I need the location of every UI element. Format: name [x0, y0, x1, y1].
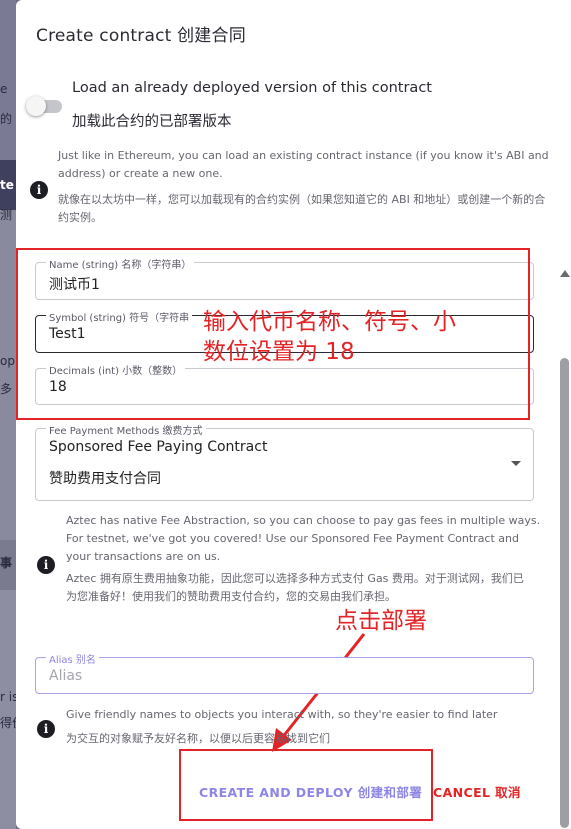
alias-help-text: Give friendly names to objects you inter…	[66, 706, 497, 748]
toggle-knob	[26, 96, 46, 116]
annotation-fields-note: 输入代币名称、符号、小 数位设置为 18	[203, 307, 456, 367]
load-help-zh-line: 约实例。	[58, 211, 102, 224]
fee-help-en-line: your transactions are on us.	[66, 550, 221, 563]
load-help-zh-line: 就像在以太坊中一样，您可以加载现有的合约实例（如果您知道它的 ABI 和地址）或…	[58, 193, 546, 206]
background-page-mid	[0, 210, 16, 540]
fee-payment-value-zh: 赞助费用支付合同	[49, 471, 161, 487]
info-icon: i	[37, 556, 55, 574]
background-text: 测	[0, 208, 13, 222]
background-page-bottom	[0, 590, 16, 829]
cancel-button[interactable]: CANCEL 取消	[433, 782, 521, 801]
toggle-label-en: Load an already deployed version of this…	[72, 80, 432, 96]
info-icon: i	[37, 720, 55, 738]
background-text: e	[0, 82, 8, 96]
annotation-line: 数位设置为 18	[203, 339, 355, 365]
chevron-down-icon	[511, 461, 521, 466]
load-help-text: Just like in Ethereum, you can load an e…	[58, 147, 549, 227]
alias-input[interactable]: Alias 别名 Alias	[35, 651, 534, 694]
background-text: 多	[0, 382, 13, 396]
background-text: 事	[0, 556, 13, 570]
dialog-title: Create contract 创建合同	[36, 26, 246, 46]
fee-help-text: Aztec has native Fee Abstraction, so you…	[66, 512, 540, 606]
fee-help-en-line: Aztec has native Fee Abstraction, so you…	[66, 514, 541, 527]
create-and-deploy-button[interactable]: CREATE AND DEPLOY 创建和部署	[199, 782, 422, 801]
fee-payment-label: Fee Payment Methods 缴费方式	[46, 422, 206, 437]
scrollbar-thumb[interactable]	[560, 358, 569, 828]
alias-label: Alias 别名	[46, 651, 99, 666]
alias-placeholder: Alias	[49, 668, 83, 684]
annotation-line: 输入代币名称、符号、小	[203, 309, 456, 335]
fee-payment-value-en: Sponsored Fee Paying Contract	[49, 439, 268, 455]
load-deployed-toggle[interactable]	[26, 96, 62, 116]
dialog-scrollbar[interactable]	[557, 262, 571, 829]
create-contract-dialog: Create contract 创建合同 Load an already dep…	[16, 0, 571, 829]
alias-help-en: Give friendly names to objects you inter…	[66, 708, 498, 721]
toggle-label-zh: 加载此合约的已部署版本	[72, 114, 232, 130]
alias-help-zh: 为交互的对象赋予友好名称，以便以后更容易找到它们	[66, 732, 330, 745]
fee-help-en-line: For testnet, we've got you covered! Use …	[66, 532, 519, 545]
background-text: te	[0, 178, 14, 192]
scroll-up-arrow-icon[interactable]	[560, 270, 570, 277]
background-page-top	[0, 0, 16, 160]
background-text: op	[0, 354, 15, 368]
fee-help-zh-line: Aztec 拥有原生费用抽象功能，因此您可以选择多种方式支付 Gas 费用。对于…	[66, 572, 524, 585]
load-help-en-line: Just like in Ethereum, you can load an e…	[58, 149, 549, 162]
background-text: 得价	[0, 716, 16, 730]
load-help-en-line: address) or create a new one.	[58, 167, 223, 180]
info-icon: i	[30, 181, 48, 199]
fee-payment-select[interactable]: Fee Payment Methods 缴费方式 Sponsored Fee P…	[35, 422, 534, 501]
fee-help-zh-line: 为您准备好！使用我们的赞助费用支付合约，您的交易由我们承担。	[66, 590, 396, 603]
background-text: 的	[0, 112, 13, 126]
background-text: r is	[0, 690, 16, 704]
